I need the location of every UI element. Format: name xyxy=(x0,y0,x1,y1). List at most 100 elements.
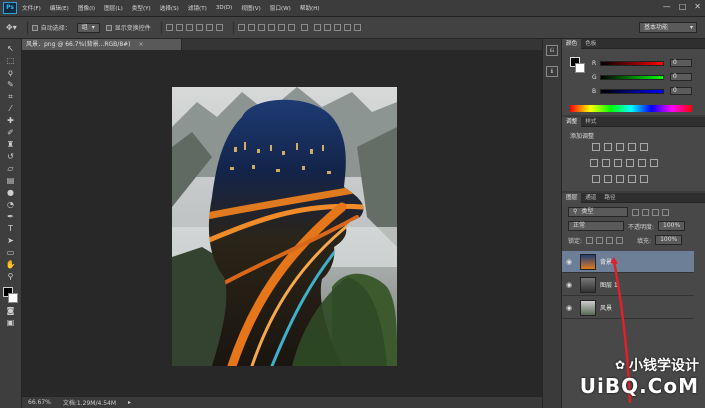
menu-help[interactable]: 帮助(H) xyxy=(300,4,320,12)
path-select-tool-icon[interactable]: ➤ xyxy=(4,236,18,246)
menu-filter[interactable]: 滤镜(T) xyxy=(188,4,207,12)
type-tool-icon[interactable]: T xyxy=(4,224,18,234)
eye-icon[interactable]: ◉ xyxy=(562,258,576,266)
crop-tool-icon[interactable]: ⌗ xyxy=(4,92,18,102)
menu-file[interactable]: 文件(F) xyxy=(22,4,41,12)
workspace-switcher[interactable]: 基本功能 ▾ xyxy=(639,22,697,33)
status-menu-arrow-icon[interactable]: ▸ xyxy=(128,399,131,406)
align-right-icon[interactable] xyxy=(215,24,223,31)
quick-select-tool-icon[interactable]: ✎ xyxy=(4,80,18,90)
distribute-hcenter-icon[interactable] xyxy=(277,24,285,31)
document-tab[interactable]: 风景．png @ 66.7%(背景...RGB/8#) × xyxy=(22,39,182,50)
type-filter-icon[interactable] xyxy=(652,208,659,216)
threshold-icon[interactable] xyxy=(616,175,624,183)
tab-color[interactable]: 颜色 xyxy=(562,38,582,49)
color-swatches[interactable] xyxy=(2,287,19,305)
menu-image[interactable]: 图像(I) xyxy=(78,4,95,12)
menu-select[interactable]: 选择(S) xyxy=(160,4,179,12)
history-brush-tool-icon[interactable]: ↺ xyxy=(4,152,18,162)
lock-position-icon[interactable] xyxy=(606,236,614,244)
eye-icon[interactable]: ◉ xyxy=(562,304,576,312)
move-tool-preset[interactable]: ✥▾ xyxy=(6,23,17,32)
3d-pan-icon[interactable] xyxy=(333,24,341,31)
close-icon[interactable]: × xyxy=(139,41,144,48)
dodge-tool-icon[interactable]: ◔ xyxy=(4,200,18,210)
align-bottom-icon[interactable] xyxy=(185,24,193,31)
history-panel-icon[interactable]: ⎌ xyxy=(546,45,558,56)
zoom-level[interactable]: 66.67% xyxy=(28,399,51,406)
move-tool-icon[interactable]: ↖ xyxy=(4,44,18,54)
tab-swatches[interactable]: 色板 xyxy=(581,39,600,49)
color-spectrum-bar[interactable] xyxy=(570,105,692,112)
vibrance-icon[interactable] xyxy=(640,143,648,151)
lock-pixels-icon[interactable] xyxy=(596,236,604,244)
minimize-button[interactable]: — xyxy=(663,2,671,11)
shape-tool-icon[interactable]: ▭ xyxy=(4,248,18,258)
green-value-field[interactable]: 0 xyxy=(670,73,692,81)
shape-filter-icon[interactable] xyxy=(662,208,669,216)
screen-mode-icon[interactable]: ▣ xyxy=(4,318,18,328)
tab-layers[interactable]: 图层 xyxy=(562,192,582,203)
brightness-icon[interactable] xyxy=(592,143,600,151)
menu-edit[interactable]: 编辑(E) xyxy=(50,4,69,12)
red-value-field[interactable]: 0 xyxy=(670,59,692,67)
brush-tool-icon[interactable]: ✐ xyxy=(4,128,18,138)
levels-icon[interactable] xyxy=(604,143,612,151)
show-transform-checkbox[interactable] xyxy=(105,24,112,31)
color-balance-icon[interactable] xyxy=(602,159,610,167)
black-white-icon[interactable] xyxy=(614,159,622,167)
auto-align-icon[interactable] xyxy=(300,24,308,31)
red-slider[interactable]: R 0 xyxy=(592,59,692,67)
healing-brush-tool-icon[interactable]: ✚ xyxy=(4,116,18,126)
lock-transparent-icon[interactable] xyxy=(586,236,594,244)
eyedropper-tool-icon[interactable]: ⁄ xyxy=(4,104,18,114)
pen-tool-icon[interactable]: ✒ xyxy=(4,212,18,222)
eraser-tool-icon[interactable]: ▱ xyxy=(4,164,18,174)
distribute-top-icon[interactable] xyxy=(237,24,245,31)
align-top-icon[interactable] xyxy=(165,24,173,31)
distribute-bottom-icon[interactable] xyxy=(257,24,265,31)
auto-select-checkbox[interactable] xyxy=(31,24,38,31)
blue-slider[interactable]: B 0 xyxy=(592,87,692,95)
tab-styles[interactable]: 样式 xyxy=(581,117,600,127)
3d-rotate-icon[interactable] xyxy=(313,24,321,31)
maximize-button[interactable]: □ xyxy=(679,2,687,11)
lock-all-icon[interactable] xyxy=(616,236,624,244)
green-slider[interactable]: G 0 xyxy=(592,73,692,81)
gradient-map-icon[interactable] xyxy=(628,175,636,183)
align-vcenter-icon[interactable] xyxy=(175,24,183,31)
opacity-field[interactable]: 100% xyxy=(658,221,686,231)
3d-scale-icon[interactable] xyxy=(353,24,361,31)
menu-3d[interactable]: 3D(D) xyxy=(216,5,233,11)
fill-field[interactable]: 100% xyxy=(655,235,683,245)
curves-icon[interactable] xyxy=(616,143,624,151)
blue-value-field[interactable]: 0 xyxy=(670,87,692,95)
stamp-tool-icon[interactable]: ♜ xyxy=(4,140,18,150)
tab-channels[interactable]: 通道 xyxy=(581,193,600,203)
adjust-filter-icon[interactable] xyxy=(642,208,649,216)
3d-slide-icon[interactable] xyxy=(343,24,351,31)
invert-icon[interactable] xyxy=(592,175,600,183)
exposure-icon[interactable] xyxy=(628,143,636,151)
hand-tool-icon[interactable]: ✋ xyxy=(4,260,18,270)
menu-layer[interactable]: 图层(L) xyxy=(104,4,123,12)
align-hcenter-icon[interactable] xyxy=(205,24,213,31)
tab-paths[interactable]: 路径 xyxy=(600,193,619,203)
gradient-tool-icon[interactable]: ▤ xyxy=(4,176,18,186)
menu-window[interactable]: 窗口(W) xyxy=(270,4,291,12)
menu-view[interactable]: 视图(V) xyxy=(241,4,260,12)
align-left-icon[interactable] xyxy=(195,24,203,31)
color-lookup-icon[interactable] xyxy=(650,159,658,167)
photo-filter-icon[interactable] xyxy=(626,159,634,167)
background-color-swatch[interactable] xyxy=(575,63,585,73)
eye-icon[interactable]: ◉ xyxy=(562,281,576,289)
menu-type[interactable]: 类型(Y) xyxy=(132,4,151,12)
selective-color-icon[interactable] xyxy=(640,175,648,183)
distribute-vcenter-icon[interactable] xyxy=(247,24,255,31)
distribute-right-icon[interactable] xyxy=(287,24,295,31)
channel-mixer-icon[interactable] xyxy=(638,159,646,167)
zoom-tool-icon[interactable]: ⚲ xyxy=(4,272,18,282)
auto-select-dropdown[interactable]: 组 ▾ xyxy=(76,22,100,33)
blend-mode-dropdown[interactable]: 正常 xyxy=(568,221,624,231)
hue-saturation-icon[interactable] xyxy=(590,159,598,167)
